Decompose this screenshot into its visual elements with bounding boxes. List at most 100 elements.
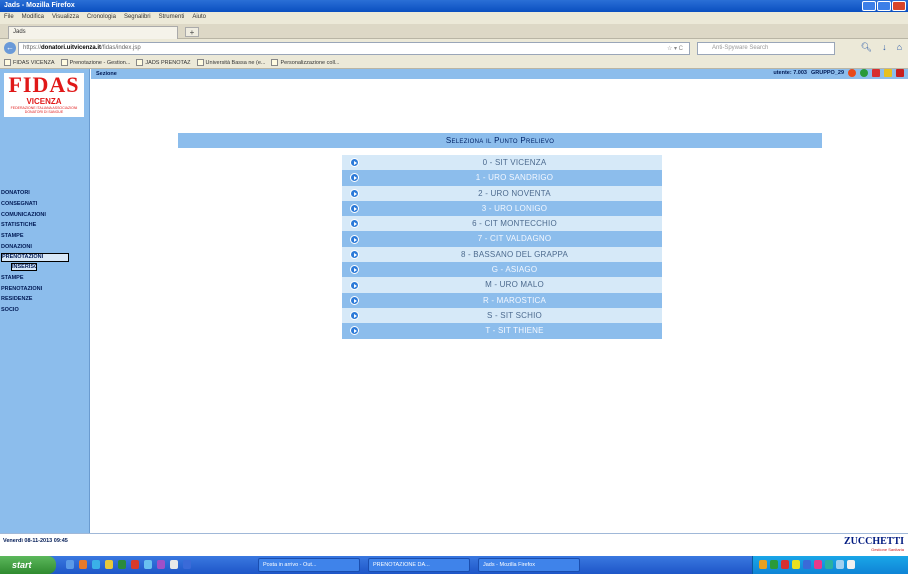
search-icon[interactable]: 🔍︎: [861, 42, 872, 53]
calendar-icon[interactable]: [872, 69, 880, 77]
point-row[interactable]: 7 - CIT VALDAGNO: [342, 231, 662, 247]
select-point-button[interactable]: [342, 231, 367, 246]
tray-icon[interactable]: [759, 560, 767, 569]
quicklaunch-icon[interactable]: [118, 560, 126, 569]
point-row[interactable]: 0 - SIT VICENZA: [342, 155, 662, 171]
point-label[interactable]: T - SIT THIENE: [367, 323, 662, 338]
taskbar-item-prenotazione[interactable]: PRENOTAZIONE DA...: [368, 558, 470, 572]
point-label[interactable]: S - SIT SCHIO: [367, 308, 662, 323]
sidebar-item-statistiche[interactable]: STATISTICHE: [1, 220, 89, 231]
arrow-right-icon[interactable]: [350, 204, 359, 214]
select-point-button[interactable]: [342, 262, 367, 277]
quicklaunch-icon[interactable]: [144, 560, 152, 569]
select-point-button[interactable]: [342, 155, 367, 170]
point-row[interactable]: M - URO MALO: [342, 277, 662, 293]
sidebar-item-stampe[interactable]: STAMPE: [1, 231, 89, 242]
point-row[interactable]: G - ASIAGO: [342, 262, 662, 278]
start-button[interactable]: start: [0, 556, 56, 574]
arrow-right-icon[interactable]: [350, 173, 359, 183]
back-button[interactable]: ←: [4, 42, 16, 54]
point-label[interactable]: R - MAROSTICA: [367, 293, 662, 308]
minimize-button[interactable]: [862, 1, 876, 11]
quicklaunch-icon[interactable]: [170, 560, 178, 569]
select-point-button[interactable]: [342, 201, 367, 216]
taskbar-item-outlook[interactable]: Posta in arrivo - Out...: [258, 558, 360, 572]
menu-edit[interactable]: Modifica: [22, 14, 44, 22]
quicklaunch-icon[interactable]: [105, 560, 113, 569]
point-label[interactable]: 0 - SIT VICENZA: [367, 155, 662, 170]
select-point-button[interactable]: [342, 170, 367, 185]
quicklaunch-icon[interactable]: [79, 560, 87, 569]
sidebar-item-stampe[interactable]: STAMPE: [1, 273, 89, 284]
arrow-right-icon[interactable]: [350, 311, 359, 321]
select-point-button[interactable]: [342, 308, 367, 323]
point-row[interactable]: 2 - URO NOVENTA: [342, 185, 662, 201]
home-icon[interactable]: [848, 69, 856, 77]
arrow-right-icon[interactable]: [350, 234, 359, 244]
point-label[interactable]: 7 - CIT VALDAGNO: [367, 231, 662, 246]
close-button[interactable]: [892, 1, 906, 11]
sidebar-item-comunicazioni[interactable]: COMUNICAZIONI: [1, 210, 89, 221]
tray-icon[interactable]: [825, 560, 833, 569]
arrow-right-icon[interactable]: [350, 158, 359, 168]
search-input[interactable]: Anti-Spyware Search: [697, 42, 835, 55]
new-tab-button[interactable]: +: [185, 27, 199, 37]
menu-tools[interactable]: Strumenti: [159, 14, 185, 22]
arrow-right-icon[interactable]: [350, 295, 359, 305]
point-label[interactable]: 3 - URO LONIGO: [367, 201, 662, 216]
arrow-right-icon[interactable]: [350, 219, 359, 229]
tray-icon[interactable]: [836, 560, 844, 569]
bookmark-item[interactable]: Università Bassa ne (e...: [196, 59, 265, 66]
point-row[interactable]: 6 - CIT MONTECCHIO: [342, 216, 662, 232]
select-point-button[interactable]: [342, 293, 367, 308]
quicklaunch-icon[interactable]: [92, 560, 100, 569]
arrow-right-icon[interactable]: [350, 249, 359, 259]
tray-icon[interactable]: [803, 560, 811, 569]
menu-help[interactable]: Aiuto: [192, 14, 206, 22]
menu-history[interactable]: Cronologia: [87, 14, 116, 22]
arrow-right-icon[interactable]: [350, 280, 359, 290]
point-row[interactable]: T - SIT THIENE: [342, 323, 662, 339]
sidebar-item-prenotazioni[interactable]: PRENOTAZIONI: [1, 284, 89, 295]
select-point-button[interactable]: [342, 186, 367, 201]
home-icon[interactable]: ⌂: [897, 42, 902, 53]
point-row[interactable]: 1 - URO SANDRIGO: [342, 170, 662, 186]
sidebar-item-inserisci[interactable]: INSERISCI: [11, 262, 37, 271]
bookmark-item[interactable]: JADS PRENOTAZ: [136, 59, 191, 66]
select-point-button[interactable]: [342, 277, 367, 292]
sidebar-item-donazioni[interactable]: DONAZIONI: [1, 242, 89, 253]
select-point-button[interactable]: [342, 216, 367, 231]
menu-view[interactable]: Visualizza: [52, 14, 79, 22]
tray-icon[interactable]: [792, 560, 800, 569]
arrow-right-icon[interactable]: [350, 188, 359, 198]
bookmark-item[interactable]: Prenotazione - Gestion...: [60, 59, 130, 66]
point-row[interactable]: 3 - URO LONIGO: [342, 200, 662, 217]
refresh-icon[interactable]: [860, 69, 868, 77]
menu-bookmarks[interactable]: Segnalibri: [124, 14, 151, 22]
sidebar-item-socio[interactable]: SOCIO: [1, 305, 89, 316]
tab-jads[interactable]: Jads: [8, 26, 178, 39]
quicklaunch-icon[interactable]: [66, 560, 74, 569]
point-label[interactable]: G - ASIAGO: [367, 262, 662, 277]
point-row[interactable]: S - SIT SCHIO: [342, 307, 662, 324]
download-icon[interactable]: ↓: [882, 42, 887, 53]
tray-icon[interactable]: [781, 560, 789, 569]
sidebar-item-consegnati[interactable]: CONSEGNATI: [1, 199, 89, 210]
taskbar-item-firefox[interactable]: Jads - Mozilla Firefox: [478, 558, 580, 572]
point-label[interactable]: 1 - URO SANDRIGO: [367, 170, 662, 185]
maximize-button[interactable]: [877, 1, 891, 11]
select-point-button[interactable]: [342, 247, 367, 262]
arrow-right-icon[interactable]: [350, 265, 359, 275]
sidebar-item-prenotazioni[interactable]: PRENOTAZIONI: [1, 252, 69, 262]
bookmark-item[interactable]: Personalizzazione coll...: [271, 59, 339, 66]
tray-icon[interactable]: [847, 560, 855, 569]
sidebar-item-donatori[interactable]: DONATORI: [1, 188, 89, 199]
sidebar-item-residenze[interactable]: RESIDENZE: [1, 294, 89, 305]
arrow-right-icon[interactable]: [350, 326, 359, 336]
fidas-logo[interactable]: FIDAS VICENZA FEDERAZIONE ITALIANA ASSOC…: [4, 73, 84, 117]
point-row[interactable]: R - MAROSTICA: [342, 292, 662, 308]
point-label[interactable]: 2 - URO NOVENTA: [367, 186, 662, 201]
tray-icon[interactable]: [770, 560, 778, 569]
tray-icon[interactable]: [814, 560, 822, 569]
quicklaunch-icon[interactable]: [157, 560, 165, 569]
